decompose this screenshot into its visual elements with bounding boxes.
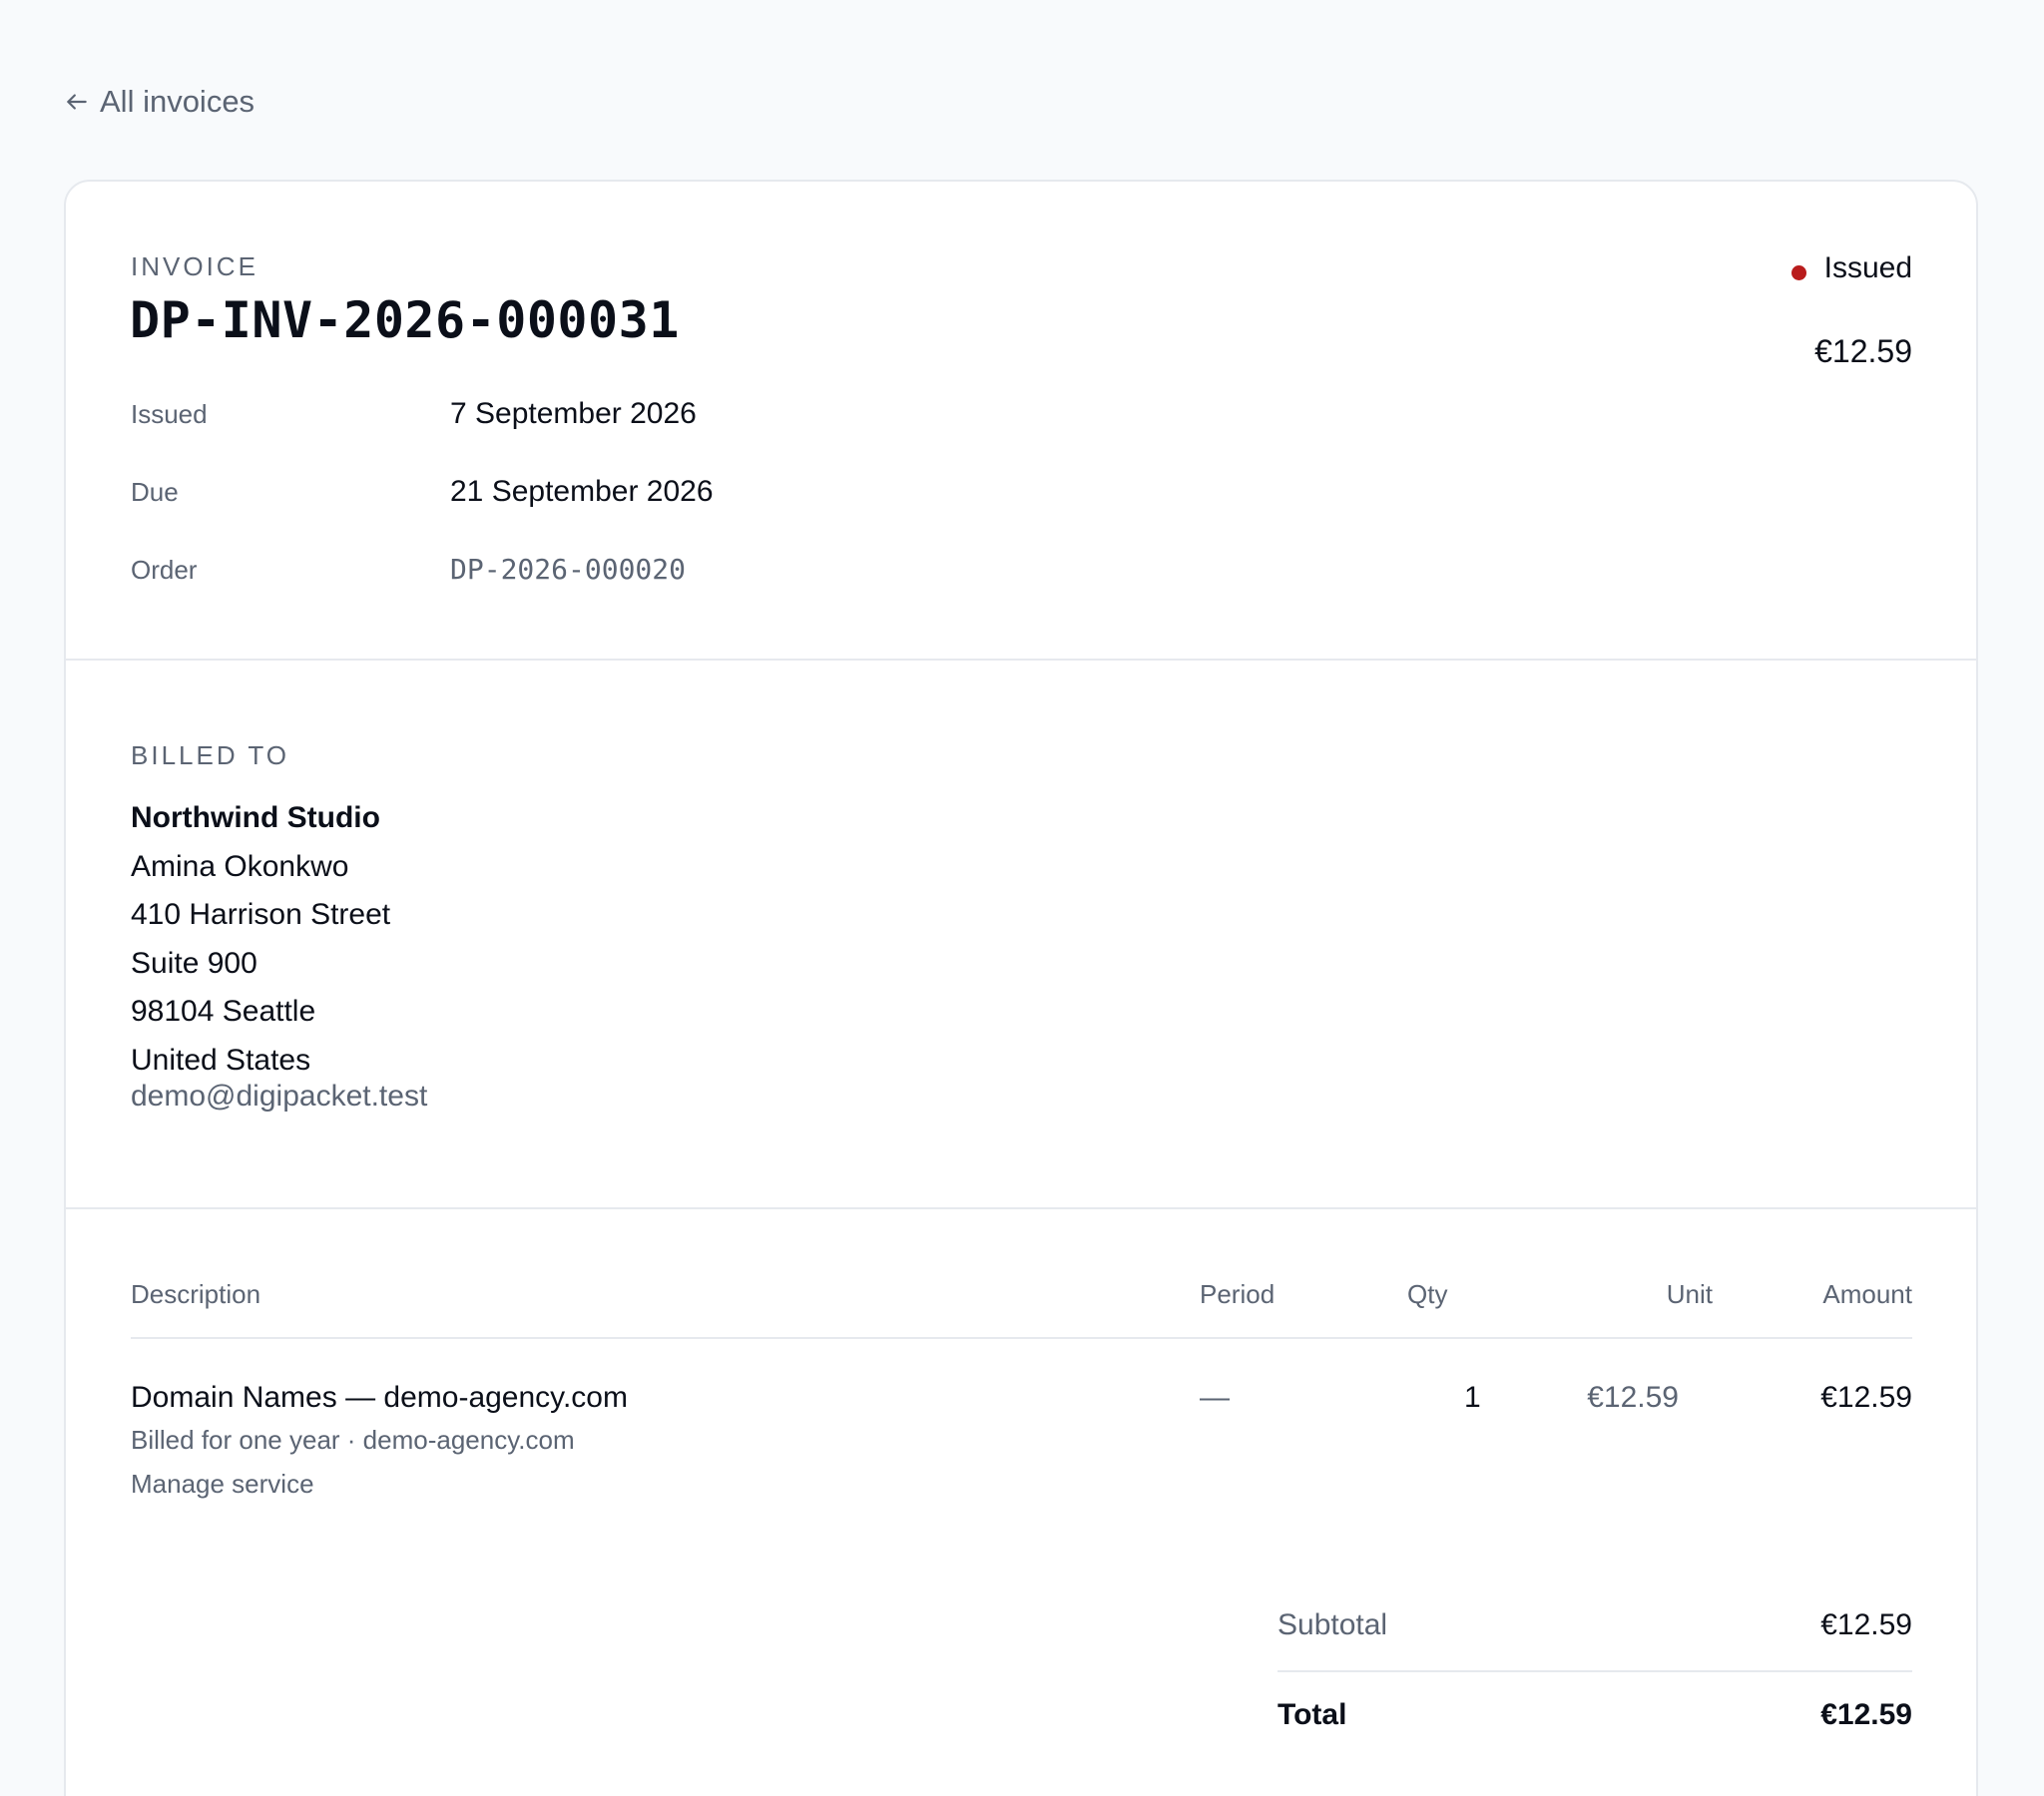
line-items-section: Description Period Qty Unit Amount Domai… xyxy=(66,1209,1976,1796)
meta-row-due: Due 21 September 2026 xyxy=(131,475,714,509)
item-qty: 1 xyxy=(1464,1381,1481,1414)
meta-row-issued: Issued 7 September 2026 xyxy=(131,397,697,431)
totals-divider xyxy=(1278,1670,1912,1672)
subtotal-label: Subtotal xyxy=(1278,1608,1388,1641)
item-amount: €12.59 xyxy=(1820,1381,1912,1414)
billed-to-section: BILLED TO Northwind Studio Amina Okonkwo… xyxy=(66,661,1976,1209)
billed-company: Northwind Studio xyxy=(131,801,380,834)
total-row: Total €12.59 xyxy=(1278,1698,1912,1732)
item-description: Domain Names — demo-agency.com xyxy=(131,1381,628,1414)
status-label: Issued xyxy=(1823,251,1912,284)
column-header-qty: Qty xyxy=(1407,1279,1448,1309)
invoice-eyebrow: INVOICE xyxy=(131,251,258,281)
column-header-period: Period xyxy=(1200,1279,1276,1309)
order-number: DP-2026-000020 xyxy=(450,553,687,586)
total-label: Total xyxy=(1278,1698,1347,1731)
order-label: Order xyxy=(131,555,198,585)
invoice-page: All invoices INVOICE DP-INV-2026-000031 … xyxy=(0,0,2044,1796)
billed-city: 98104 Seattle xyxy=(131,995,316,1028)
arrow-left-icon xyxy=(64,89,90,115)
item-unit-price: €12.59 xyxy=(1587,1381,1679,1414)
item-period: — xyxy=(1200,1381,1230,1414)
meta-row-order: Order DP-2026-000020 xyxy=(131,553,686,586)
billed-address-line2: Suite 900 xyxy=(131,946,257,980)
due-label: Due xyxy=(131,477,179,507)
column-header-description: Description xyxy=(131,1279,261,1309)
column-header-unit: Unit xyxy=(1666,1279,1713,1309)
issued-label: Issued xyxy=(131,399,208,429)
billing-address: Northwind Studio Amina Okonkwo 410 Harri… xyxy=(131,794,390,1085)
subtotal-row: Subtotal €12.59 xyxy=(1278,1608,1912,1642)
invoice-header-section: INVOICE DP-INV-2026-000031 Issued 7 Sept… xyxy=(66,182,1976,661)
billed-to-eyebrow: BILLED TO xyxy=(131,740,289,770)
issued-date: 7 September 2026 xyxy=(450,397,697,430)
status-dot-icon xyxy=(1790,264,1806,280)
invoice-number: DP-INV-2026-000031 xyxy=(130,291,680,349)
total-value: €12.59 xyxy=(1820,1698,1912,1731)
billed-country: United States xyxy=(131,1043,311,1077)
billed-email: demo@digipacket.test xyxy=(131,1080,428,1113)
billed-contact-name: Amina Okonkwo xyxy=(131,849,349,883)
invoice-amount: €12.59 xyxy=(1814,333,1912,369)
column-header-amount: Amount xyxy=(1822,1279,1912,1309)
table-header-divider xyxy=(131,1337,1912,1339)
back-to-invoices-link[interactable]: All invoices xyxy=(64,84,255,120)
item-billing-note: Billed for one year · demo-agency.com xyxy=(131,1425,575,1455)
subtotal-value: €12.59 xyxy=(1820,1608,1912,1641)
back-link-label: All invoices xyxy=(100,84,256,119)
invoice-card: INVOICE DP-INV-2026-000031 Issued 7 Sept… xyxy=(64,180,1978,1796)
due-date: 21 September 2026 xyxy=(450,475,714,508)
billed-address-line1: 410 Harrison Street xyxy=(131,898,391,931)
status-badge: Issued xyxy=(1790,251,1912,285)
manage-service-link[interactable]: Manage service xyxy=(131,1469,314,1500)
